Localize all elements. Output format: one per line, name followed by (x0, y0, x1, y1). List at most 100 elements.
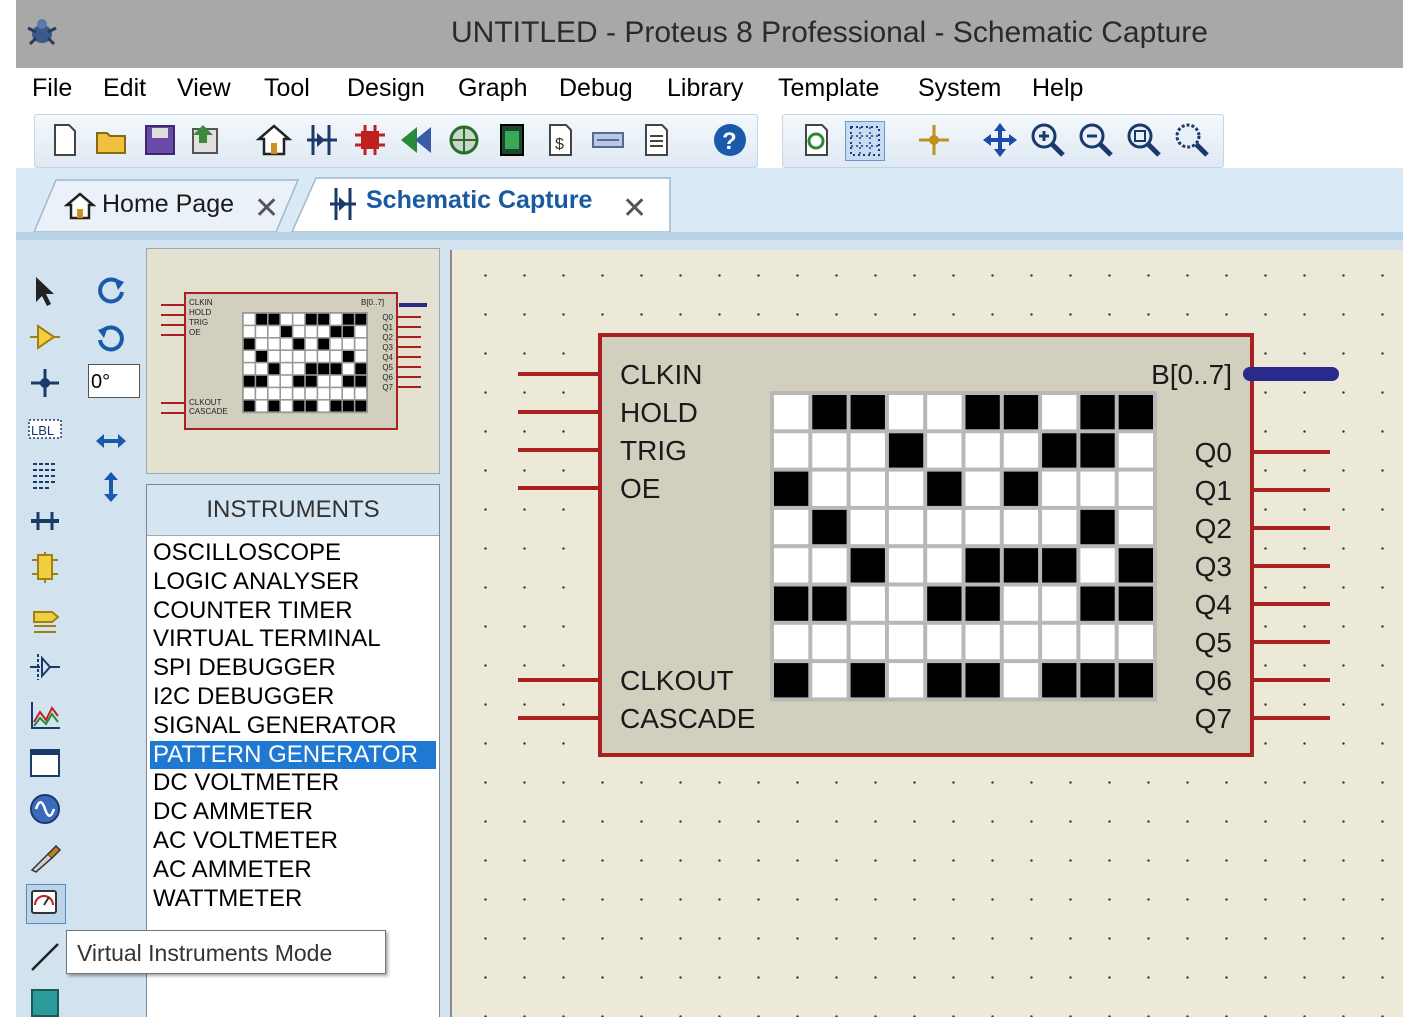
close-icon[interactable]: ✕ (622, 191, 647, 226)
graph-mode-icon[interactable] (28, 698, 62, 732)
pattern-cell[interactable] (850, 548, 885, 583)
pattern-cell[interactable] (850, 586, 885, 621)
zoom-area-icon[interactable] (1173, 121, 1211, 159)
pattern-cell[interactable] (812, 624, 847, 660)
line-draw-icon[interactable] (28, 940, 62, 974)
list-item[interactable]: AC VOLTMETER (150, 827, 436, 856)
pattern-cell[interactable] (774, 586, 809, 621)
pattern-cell[interactable] (774, 548, 809, 583)
pattern-cell[interactable] (1042, 395, 1077, 430)
pattern-cell[interactable] (927, 509, 962, 545)
pattern-cell[interactable] (927, 586, 962, 621)
subcircuit-icon[interactable] (28, 550, 62, 584)
pattern-cell[interactable] (812, 509, 847, 545)
pattern-cell[interactable] (1042, 471, 1077, 506)
3d-viewer-icon[interactable] (397, 121, 435, 159)
pattern-cell[interactable] (888, 509, 924, 545)
pattern-cell[interactable] (1003, 433, 1039, 468)
pattern-cell[interactable] (965, 433, 1000, 468)
pattern-cell[interactable] (812, 663, 847, 698)
virtual-instruments-mode-icon[interactable] (26, 884, 66, 924)
save-icon[interactable] (141, 121, 179, 159)
pcb-layout-icon[interactable] (351, 121, 389, 159)
pattern-cell[interactable] (850, 433, 885, 468)
selection-mode-icon[interactable] (28, 274, 62, 308)
menu-system[interactable]: System (918, 74, 1001, 103)
pattern-cell[interactable] (1042, 548, 1077, 583)
pattern-cell[interactable] (927, 548, 962, 583)
list-item-selected[interactable]: PATTERN GENERATOR (150, 740, 436, 770)
pattern-cell[interactable] (927, 433, 962, 468)
pattern-cell[interactable] (812, 471, 847, 506)
tab-home-page[interactable]: Home Page ✕ (56, 180, 296, 232)
pattern-cell[interactable] (965, 395, 1000, 430)
pattern-cell[interactable] (965, 471, 1000, 506)
pan-icon[interactable] (981, 121, 1019, 159)
pattern-cell[interactable] (1118, 433, 1153, 468)
pattern-cell[interactable] (965, 509, 1000, 545)
menu-library[interactable]: Library (667, 74, 743, 103)
pattern-cell[interactable] (1118, 471, 1153, 506)
list-item[interactable]: SIGNAL GENERATOR (150, 712, 436, 741)
pattern-cell[interactable] (927, 663, 962, 698)
bill-of-materials-icon[interactable]: $ (541, 121, 579, 159)
pattern-cell[interactable] (888, 548, 924, 583)
pattern-cell[interactable] (1003, 548, 1039, 583)
text-script-icon[interactable] (28, 458, 62, 492)
pattern-cell[interactable] (1003, 395, 1039, 430)
pattern-cell[interactable] (888, 586, 924, 621)
pattern-cell[interactable] (812, 433, 847, 468)
pattern-cell[interactable] (774, 471, 809, 506)
pattern-cell[interactable] (774, 509, 809, 545)
pattern-cell[interactable] (1080, 509, 1115, 545)
component-mode-icon[interactable] (28, 320, 62, 354)
open-folder-icon[interactable] (93, 121, 131, 159)
pattern-cell[interactable] (927, 395, 962, 430)
pattern-cell[interactable] (1118, 548, 1153, 583)
zoom-in-icon[interactable] (1029, 121, 1067, 159)
pattern-cell[interactable] (888, 433, 924, 468)
pattern-cell[interactable] (1003, 663, 1039, 698)
schematic-icon[interactable] (303, 121, 341, 159)
pattern-cell[interactable] (1080, 433, 1115, 468)
tab-schematic-capture[interactable]: Schematic Capture ✕ (326, 180, 666, 232)
pattern-cell[interactable] (1118, 663, 1153, 698)
menu-file[interactable]: File (32, 74, 72, 103)
pattern-cell[interactable] (1118, 586, 1153, 621)
list-item[interactable]: OSCILLOSCOPE (150, 539, 436, 568)
wire-label-icon[interactable]: LBL (28, 412, 62, 446)
junction-dot-icon[interactable] (28, 366, 62, 400)
pattern-cell[interactable] (927, 624, 962, 660)
pattern-cell[interactable] (1118, 509, 1153, 545)
source-code-icon[interactable] (589, 121, 627, 159)
pattern-cell[interactable] (965, 624, 1000, 660)
rotate-anticlockwise-icon[interactable] (94, 320, 128, 354)
notes-icon[interactable] (637, 121, 675, 159)
list-item[interactable]: VIRTUAL TERMINAL (150, 625, 436, 654)
list-item[interactable]: DC VOLTMETER (150, 769, 436, 798)
mirror-horizontal-icon[interactable] (94, 424, 128, 458)
pattern-cell[interactable] (1118, 395, 1153, 430)
redraw-icon[interactable] (797, 121, 835, 159)
pattern-cell[interactable] (1042, 509, 1077, 545)
pattern-generator-component[interactable]: CLKIN HOLD TRIG OE CLKOUT CASCADE B[0..7… (452, 250, 1403, 1017)
pattern-cell[interactable] (965, 663, 1000, 698)
box-draw-icon[interactable] (28, 986, 62, 1017)
menu-template[interactable]: Template (778, 74, 879, 103)
rotate-clockwise-icon[interactable] (94, 272, 128, 306)
menu-graph[interactable]: Graph (458, 74, 527, 103)
pattern-cell[interactable] (1080, 663, 1115, 698)
overview-preview[interactable]: CLKIN HOLD TRIG OE CLKOUT CASCADE B[0..7… (146, 248, 440, 474)
device-pins-icon[interactable] (28, 650, 62, 684)
pattern-cell[interactable] (1080, 395, 1115, 430)
pattern-cell[interactable] (888, 663, 924, 698)
pattern-cell[interactable] (774, 624, 809, 660)
pattern-cell[interactable] (965, 586, 1000, 621)
pattern-cell[interactable] (1042, 586, 1077, 621)
pattern-cell[interactable] (850, 509, 885, 545)
menu-design[interactable]: Design (347, 74, 425, 103)
zoom-all-icon[interactable] (1125, 121, 1163, 159)
home-icon[interactable] (255, 121, 293, 159)
schematic-canvas[interactable]: CLKIN HOLD TRIG OE CLKOUT CASCADE B[0..7… (450, 250, 1403, 1017)
pattern-cell[interactable] (888, 624, 924, 660)
